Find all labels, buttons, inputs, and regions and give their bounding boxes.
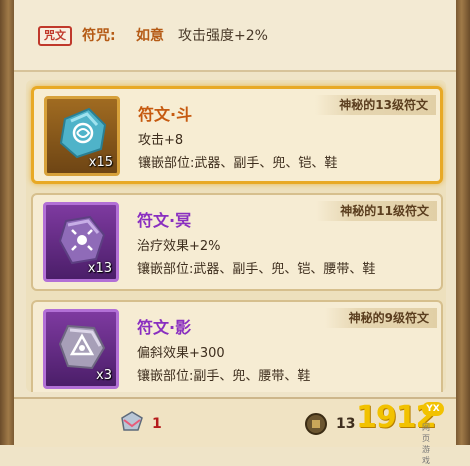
gem-stone-icon [121, 411, 143, 431]
rune-title: 符文·影 [137, 318, 192, 337]
coin-icon [305, 413, 327, 435]
purple-rune-stone-icon [58, 215, 106, 265]
rune-slots: 镶嵌部位:武器、副手、兜、铠、腰带、鞋 [137, 262, 376, 277]
rune-count: x3 [96, 368, 112, 383]
rune-grade: 神秘的9级符文 [324, 308, 437, 328]
rune-card-dou[interactable]: 神秘的13级符文 x15 符文·斗 攻击+8 镶嵌部位:武器、副手、兜、铠、鞋 [31, 86, 443, 184]
blue-rune-stone-icon [59, 107, 107, 159]
grey-rune-stone-icon [58, 324, 106, 370]
rune-title: 符文·冥 [137, 211, 192, 230]
site-watermark: 1912 YX 网页游戏 [356, 400, 444, 465]
spell-label: 符咒: [82, 28, 116, 44]
rune-effect: 偏斜效果+300 [137, 346, 225, 361]
rune-count: x15 [88, 155, 113, 170]
rune-slots: 镶嵌部位:武器、副手、兜、铠、鞋 [138, 156, 338, 171]
coin-count: 13 [336, 416, 356, 432]
rune-title: 符文·斗 [138, 105, 193, 124]
rune-slots: 镶嵌部位:副手、兜、腰带、鞋 [137, 369, 311, 384]
watermark-badge: YX [422, 402, 444, 416]
left-frame-border [0, 0, 14, 445]
spell-bonus: 攻击强度+2% [178, 28, 268, 44]
rune-icon-box: x13 [43, 202, 119, 282]
rune-card-ying[interactable]: 神秘的9级符文 x3 符文·影 偏斜效果+300 镶嵌部位:副手、兜、腰带、鞋 [31, 300, 443, 392]
rune-effect: 治疗效果+2% [137, 239, 221, 254]
rune-grade: 神秘的11级符文 [316, 201, 437, 221]
spell-name: 如意 [136, 28, 164, 44]
rune-effect: 攻击+8 [138, 133, 184, 148]
rune-card-ming[interactable]: 神秘的11级符文 x13 符文·冥 治疗效果+2% 镶嵌部位:武器、副手、兜、铠… [31, 193, 443, 291]
rune-grade: 神秘的13级符文 [315, 95, 436, 115]
rune-icon-box: x15 [44, 96, 120, 176]
rune-icon-box: x3 [43, 309, 119, 389]
watermark-subtitle: 网页游戏 [422, 423, 430, 465]
spell-seal-badge: 咒文 [38, 26, 72, 46]
gem-stone-count: 1 [152, 416, 162, 432]
right-frame-border [456, 0, 470, 445]
rune-count: x13 [87, 261, 112, 276]
